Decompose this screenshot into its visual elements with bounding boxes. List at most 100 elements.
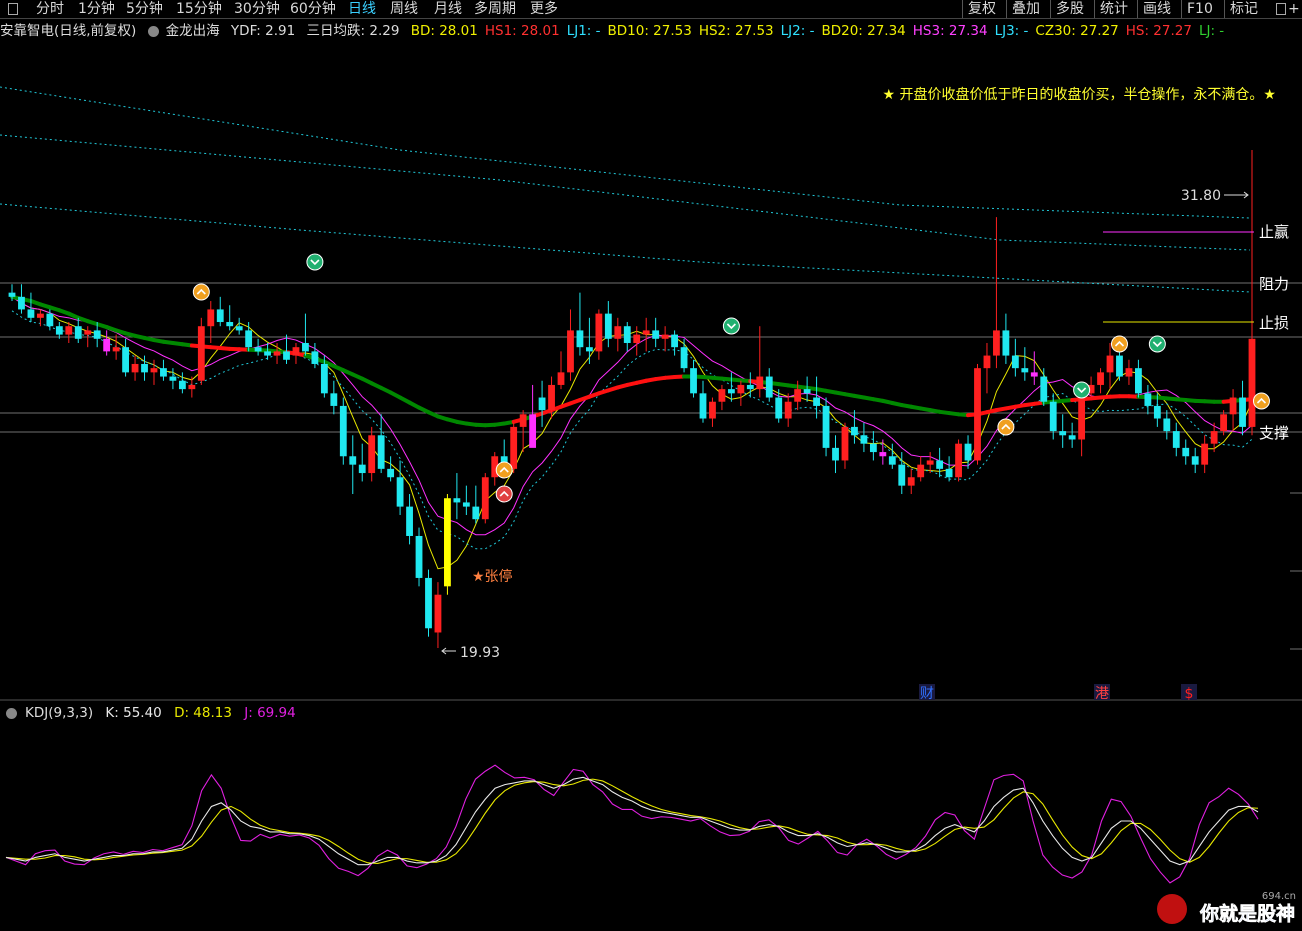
candle-11[interactable]	[112, 334, 120, 360]
candle-41[interactable]	[396, 460, 404, 516]
candle-129[interactable]	[1229, 389, 1237, 432]
period-tab-1[interactable]: 1分钟	[78, 0, 115, 18]
period-tab-0[interactable]: 分时	[36, 0, 64, 18]
candle-91[interactable]	[869, 431, 877, 461]
candle-86[interactable]	[822, 397, 830, 457]
candle-27[interactable]	[264, 342, 271, 360]
candle-72[interactable]	[690, 359, 697, 398]
candle-106[interactable]	[1011, 338, 1019, 377]
candle-10[interactable]	[103, 330, 111, 356]
toolbar-button-0[interactable]: 复权	[962, 0, 1001, 18]
candle-122[interactable]	[1163, 410, 1171, 440]
toolbar-toggle-icon[interactable]	[8, 3, 18, 15]
candle-49[interactable]	[472, 485, 480, 524]
candle-23[interactable]	[226, 305, 234, 331]
candle-70[interactable]	[671, 330, 679, 356]
candle-120[interactable]	[1144, 384, 1152, 415]
candle-12[interactable]	[122, 338, 129, 377]
kdj-name[interactable]: KDJ(9,3,3)	[25, 705, 93, 721]
candle-45[interactable]	[434, 582, 442, 648]
candle-46[interactable]	[444, 494, 451, 595]
candle-50[interactable]	[481, 473, 489, 524]
candle-73[interactable]	[699, 380, 707, 423]
toolbar-button-4[interactable]: 画线	[1137, 0, 1176, 18]
candle-118[interactable]	[1125, 359, 1133, 385]
candle-17[interactable]	[169, 368, 177, 390]
candle-109[interactable]	[1040, 368, 1048, 406]
candle-84[interactable]	[803, 376, 811, 402]
candle-1[interactable]	[18, 284, 25, 314]
candle-131[interactable]	[1248, 150, 1256, 436]
toolbar-button-2[interactable]: 多股	[1050, 0, 1089, 18]
period-tab-5[interactable]: 60分钟	[290, 0, 336, 18]
candle-125[interactable]	[1191, 447, 1199, 474]
candle-78[interactable]	[746, 372, 754, 398]
candle-3[interactable]	[36, 309, 44, 327]
candle-35[interactable]	[339, 397, 347, 465]
candle-104[interactable]	[993, 217, 1000, 369]
period-tab-8[interactable]: 月线	[434, 0, 462, 18]
candle-30[interactable]	[292, 342, 300, 364]
candle-4[interactable]	[46, 309, 54, 331]
candle-119[interactable]	[1135, 359, 1142, 398]
candle-67[interactable]	[642, 317, 650, 352]
candle-123[interactable]	[1172, 422, 1180, 457]
candle-77[interactable]	[737, 380, 745, 406]
candle-60[interactable]	[576, 292, 584, 356]
candle-71[interactable]	[680, 338, 688, 373]
candle-55[interactable]	[529, 384, 537, 448]
add-watchlist-icon[interactable]	[1276, 3, 1286, 15]
stock-name[interactable]: 安靠智电(日线,前复权)	[0, 23, 136, 39]
candle-34[interactable]	[330, 380, 338, 415]
period-tab-9[interactable]: 多周期	[474, 0, 516, 18]
period-tab-6[interactable]: 日线	[348, 0, 376, 18]
period-tab-10[interactable]: 更多	[530, 0, 558, 18]
candle-22[interactable]	[216, 296, 224, 327]
candle-111[interactable]	[1059, 414, 1067, 448]
candle-98[interactable]	[936, 447, 944, 478]
candle-88[interactable]	[841, 422, 849, 469]
candle-89[interactable]	[851, 410, 858, 444]
candle-80[interactable]	[765, 368, 773, 402]
candle-74[interactable]	[709, 397, 716, 427]
candle-108[interactable]	[1030, 351, 1038, 385]
toolbar-button-5[interactable]: F10	[1181, 0, 1218, 18]
candle-43[interactable]	[415, 527, 423, 587]
candle-61[interactable]	[585, 317, 593, 364]
candle-38[interactable]	[368, 426, 376, 482]
candle-112[interactable]	[1068, 422, 1076, 448]
candle-13[interactable]	[131, 355, 139, 381]
candle-59[interactable]	[567, 309, 574, 381]
candle-47[interactable]	[453, 473, 461, 520]
candle-36[interactable]	[349, 435, 357, 495]
candle-96[interactable]	[917, 456, 925, 482]
add-watchlist-button[interactable]: +自选	[1288, 0, 1302, 18]
indicator-settings-icon[interactable]	[147, 25, 159, 37]
candle-69[interactable]	[661, 326, 669, 352]
kdj-settings-icon[interactable]	[6, 707, 17, 719]
candle-100[interactable]	[955, 439, 962, 482]
toolbar-button-1[interactable]: 叠加	[1006, 0, 1045, 18]
candle-66[interactable]	[633, 326, 641, 356]
candle-48[interactable]	[462, 485, 470, 516]
candle-39[interactable]	[377, 414, 385, 474]
candle-63[interactable]	[604, 301, 612, 348]
candle-117[interactable]	[1116, 351, 1123, 381]
candle-58[interactable]	[557, 351, 565, 390]
candle-105[interactable]	[1002, 313, 1010, 364]
candle-18[interactable]	[178, 372, 186, 394]
candle-93[interactable]	[888, 443, 896, 469]
period-tab-4[interactable]: 30分钟	[234, 0, 280, 18]
toolbar-button-6[interactable]: 标记	[1224, 0, 1263, 18]
candle-42[interactable]	[406, 494, 413, 545]
candle-115[interactable]	[1097, 368, 1104, 394]
candle-24[interactable]	[235, 317, 243, 335]
candle-87[interactable]	[832, 435, 839, 474]
candle-95[interactable]	[907, 468, 915, 495]
candle-62[interactable]	[595, 309, 603, 360]
candle-7[interactable]	[74, 317, 82, 343]
candle-82[interactable]	[784, 393, 792, 427]
candle-126[interactable]	[1201, 435, 1209, 474]
candle-20[interactable]	[197, 317, 205, 385]
candle-85[interactable]	[813, 376, 820, 419]
